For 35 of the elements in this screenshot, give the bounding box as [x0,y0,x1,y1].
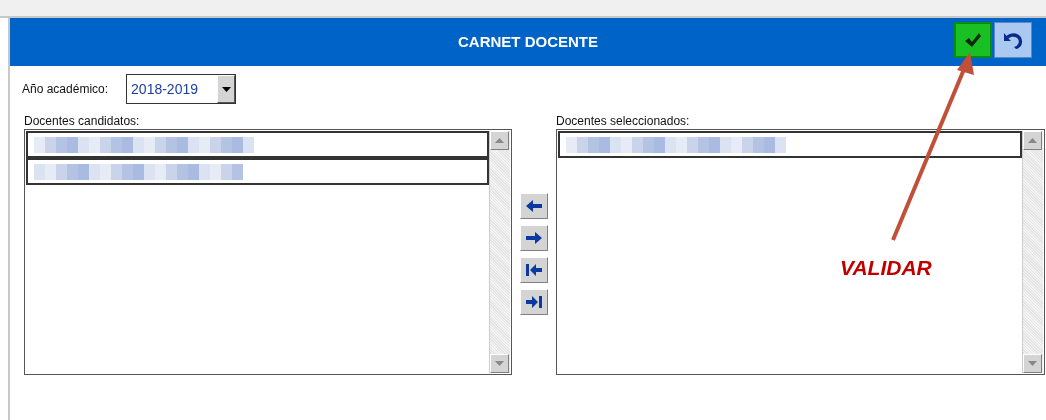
move-left-button[interactable] [520,193,548,219]
move-right-button[interactable] [520,225,548,251]
scroll-down-button[interactable] [1023,354,1042,373]
field-label: Año académico: [22,81,109,98]
caret-icon [221,86,231,92]
down-triangle-icon [1028,361,1037,366]
move-all-left-icon [525,263,543,277]
list-item[interactable] [26,158,489,185]
scrollbar[interactable] [489,131,510,373]
move-all-right-icon [525,295,543,309]
move-all-right-button[interactable] [520,289,548,315]
up-triangle-icon [1028,138,1037,143]
scroll-up-button[interactable] [490,131,509,150]
down-triangle-icon [495,361,504,366]
scrollbar[interactable] [1022,131,1043,373]
annotation-text: VALIDAR [840,255,932,281]
list-label: Docentes seleccionados: [556,113,691,129]
check-icon [964,32,982,48]
up-triangle-icon [495,138,504,143]
scroll-up-button[interactable] [1023,131,1042,150]
list-box[interactable] [556,129,1045,375]
list-item[interactable] [558,131,1022,158]
list-box[interactable] [24,129,512,375]
page-title: CARNET DOCENTE [458,31,598,52]
move-right-icon [525,231,543,245]
undo-button[interactable] [994,22,1032,58]
move-left-icon [525,199,543,213]
list-label: Docentes candidatos: [24,113,141,129]
confirm-button[interactable] [954,22,992,58]
scroll-down-button[interactable] [490,354,509,373]
undo-icon [1001,30,1025,50]
year-select[interactable]: 2018-2019 [126,74,237,104]
list-item[interactable] [26,131,489,158]
move-all-left-button[interactable] [520,257,548,283]
dropdown-button[interactable] [217,75,236,103]
